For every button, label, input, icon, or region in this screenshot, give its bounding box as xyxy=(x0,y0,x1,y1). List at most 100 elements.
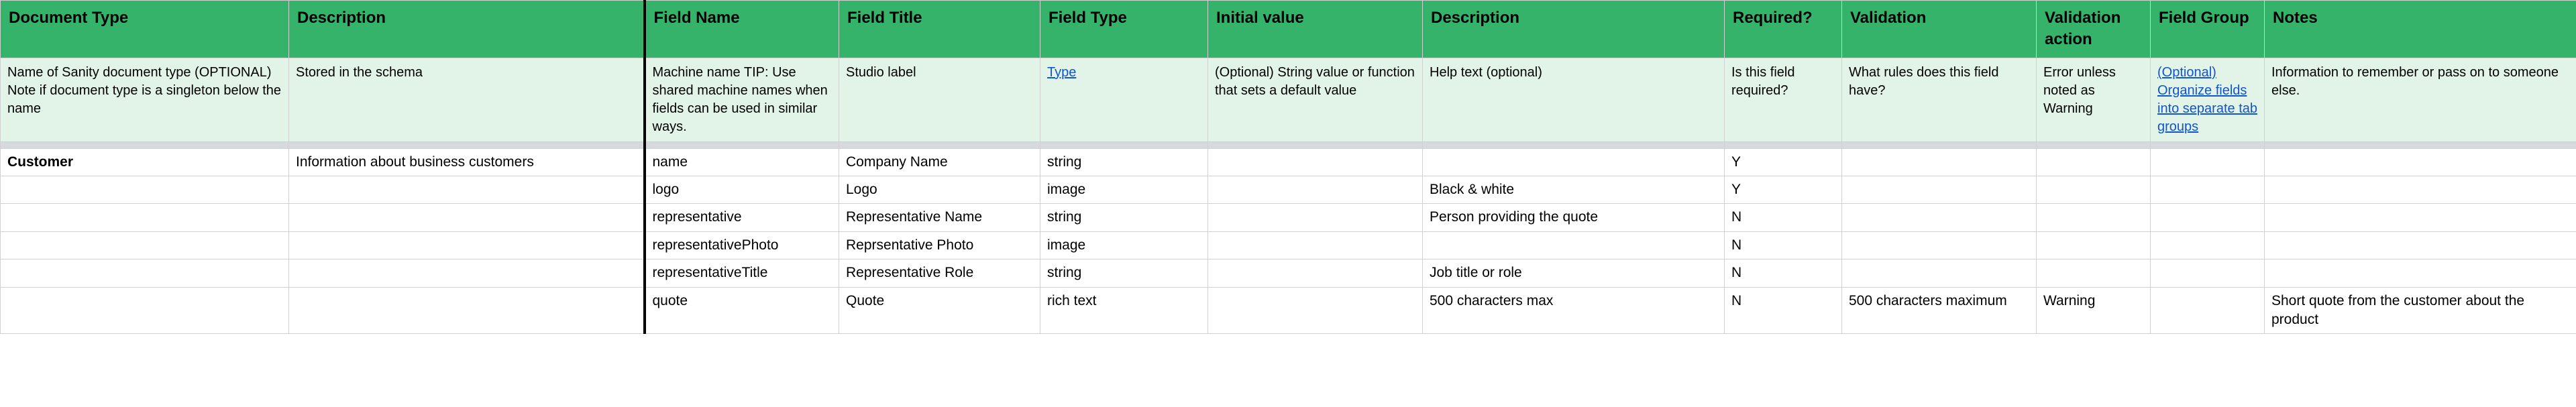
cell-required[interactable]: N xyxy=(1725,204,1842,231)
cell-field-type[interactable]: string xyxy=(1040,204,1208,231)
desc-validation-action[interactable]: Error unless noted as Warning xyxy=(2037,58,2151,141)
cell-field-name[interactable]: representativeTitle xyxy=(645,259,839,287)
cell-field-group[interactable] xyxy=(2151,148,2265,176)
cell-field-name[interactable]: representative xyxy=(645,204,839,231)
cell-doc-type[interactable] xyxy=(1,259,289,287)
cell-required[interactable]: N xyxy=(1725,231,1842,259)
desc-notes[interactable]: Information to remember or pass on to so… xyxy=(2265,58,2576,141)
cell-field-type[interactable]: rich text xyxy=(1040,287,1208,334)
cell-validation-action[interactable] xyxy=(2037,176,2151,204)
cell-validation[interactable] xyxy=(1842,204,2037,231)
cell-initial-value[interactable] xyxy=(1208,259,1423,287)
desc-required[interactable]: Is this field required? xyxy=(1725,58,1842,141)
cell-validation[interactable] xyxy=(1842,231,2037,259)
cell-notes[interactable] xyxy=(2265,204,2576,231)
desc-doc-type[interactable]: Name of Sanity document type (OPTIONAL) … xyxy=(1,58,289,141)
col-description[interactable]: Description xyxy=(289,1,645,58)
cell-field-title[interactable]: Representative Name xyxy=(839,204,1040,231)
cell-field-desc[interactable]: Black & white xyxy=(1423,176,1725,204)
cell-validation[interactable]: 500 characters maximum xyxy=(1842,287,2037,334)
cell-initial-value[interactable] xyxy=(1208,287,1423,334)
cell-field-name[interactable]: name xyxy=(645,148,839,176)
col-doc-type[interactable]: Document Type xyxy=(1,1,289,58)
col-required[interactable]: Required? xyxy=(1725,1,1842,58)
cell-description[interactable] xyxy=(289,204,645,231)
col-validation[interactable]: Validation xyxy=(1842,1,2037,58)
cell-validation-action[interactable]: Warning xyxy=(2037,287,2151,334)
cell-required[interactable]: N xyxy=(1725,287,1842,334)
cell-required[interactable]: N xyxy=(1725,259,1842,287)
cell-field-title[interactable]: Quote xyxy=(839,287,1040,334)
col-field-group[interactable]: Field Group xyxy=(2151,1,2265,58)
cell-validation[interactable] xyxy=(1842,176,2037,204)
desc-initial-value[interactable]: (Optional) String value or function that… xyxy=(1208,58,1423,141)
col-notes[interactable]: Notes xyxy=(2265,1,2576,58)
cell-field-desc[interactable] xyxy=(1423,148,1725,176)
cell-field-group[interactable] xyxy=(2151,176,2265,204)
col-validation-action[interactable]: Validation action xyxy=(2037,1,2151,58)
cell-notes[interactable] xyxy=(2265,231,2576,259)
cell-field-type[interactable]: string xyxy=(1040,148,1208,176)
cell-validation[interactable] xyxy=(1842,148,2037,176)
cell-notes[interactable] xyxy=(2265,259,2576,287)
cell-field-name[interactable]: logo xyxy=(645,176,839,204)
desc-field-title[interactable]: Studio label xyxy=(839,58,1040,141)
col-field-type[interactable]: Field Type xyxy=(1040,1,1208,58)
cell-required[interactable]: Y xyxy=(1725,148,1842,176)
cell-field-desc[interactable] xyxy=(1423,231,1725,259)
cell-validation-action[interactable] xyxy=(2037,148,2151,176)
cell-validation-action[interactable] xyxy=(2037,204,2151,231)
cell-notes[interactable] xyxy=(2265,148,2576,176)
col-field-name[interactable]: Field Name xyxy=(645,1,839,58)
cell-description[interactable] xyxy=(289,231,645,259)
desc-validation[interactable]: What rules does this field have? xyxy=(1842,58,2037,141)
col-field-desc[interactable]: Description xyxy=(1423,1,1725,58)
header-row: Document Type Description Field Name Fie… xyxy=(1,1,2576,58)
cell-description[interactable] xyxy=(289,176,645,204)
cell-field-title[interactable]: Representative Role xyxy=(839,259,1040,287)
cell-field-name[interactable]: representativePhoto xyxy=(645,231,839,259)
cell-field-name[interactable]: quote xyxy=(645,287,839,334)
col-initial-value[interactable]: Initial value xyxy=(1208,1,1423,58)
cell-field-group[interactable] xyxy=(2151,231,2265,259)
table-row: quoteQuoterich text 500 characters maxN50… xyxy=(1,287,2576,334)
desc-description[interactable]: Stored in the schema xyxy=(289,58,645,141)
cell-doc-type[interactable] xyxy=(1,287,289,334)
cell-description[interactable] xyxy=(289,259,645,287)
cell-doc-type[interactable] xyxy=(1,176,289,204)
cell-field-group[interactable] xyxy=(2151,287,2265,334)
cell-validation[interactable] xyxy=(1842,259,2037,287)
cell-validation-action[interactable] xyxy=(2037,231,2151,259)
cell-field-desc[interactable]: Person providing the quote xyxy=(1423,204,1725,231)
cell-doc-type[interactable] xyxy=(1,231,289,259)
cell-field-type[interactable]: image xyxy=(1040,231,1208,259)
cell-field-title[interactable]: Logo xyxy=(839,176,1040,204)
desc-field-group[interactable]: (Optional) Organize fields into separate… xyxy=(2151,58,2265,141)
cell-description[interactable]: Information about business customers xyxy=(289,148,645,176)
cell-validation-action[interactable] xyxy=(2037,259,2151,287)
cell-field-group[interactable] xyxy=(2151,259,2265,287)
cell-description[interactable] xyxy=(289,287,645,334)
desc-field-desc[interactable]: Help text (optional) xyxy=(1423,58,1725,141)
type-link[interactable]: Type xyxy=(1047,65,1076,80)
cell-notes[interactable]: Short quote from the customer about the … xyxy=(2265,287,2576,334)
cell-doc-type[interactable]: Customer xyxy=(1,148,289,176)
desc-field-type[interactable]: Type xyxy=(1040,58,1208,141)
desc-field-name[interactable]: Machine name TIP: Use shared machine nam… xyxy=(645,58,839,141)
col-field-title[interactable]: Field Title xyxy=(839,1,1040,58)
cell-field-type[interactable]: image xyxy=(1040,176,1208,204)
cell-field-title[interactable]: Company Name xyxy=(839,148,1040,176)
cell-required[interactable]: Y xyxy=(1725,176,1842,204)
cell-initial-value[interactable] xyxy=(1208,231,1423,259)
cell-field-type[interactable]: string xyxy=(1040,259,1208,287)
cell-notes[interactable] xyxy=(2265,176,2576,204)
cell-initial-value[interactable] xyxy=(1208,204,1423,231)
cell-field-desc[interactable]: 500 characters max xyxy=(1423,287,1725,334)
cell-initial-value[interactable] xyxy=(1208,176,1423,204)
cell-doc-type[interactable] xyxy=(1,204,289,231)
cell-field-group[interactable] xyxy=(2151,204,2265,231)
cell-field-title[interactable]: Reprsentative Photo xyxy=(839,231,1040,259)
cell-initial-value[interactable] xyxy=(1208,148,1423,176)
field-group-link[interactable]: (Optional) Organize fields into separate… xyxy=(2157,65,2257,134)
cell-field-desc[interactable]: Job title or role xyxy=(1423,259,1725,287)
